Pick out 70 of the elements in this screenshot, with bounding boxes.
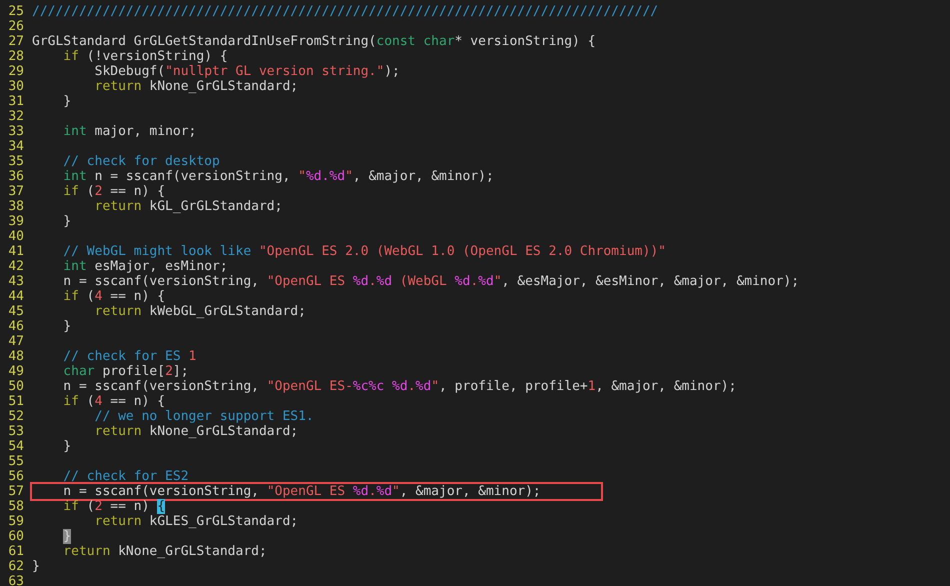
- code-line: if (2 == n) {: [62, 499, 166, 514]
- code-line: return kNone_GrGLStandard;: [94, 79, 298, 94]
- line-number: 44: [7, 289, 24, 304]
- code-line: // we no longer support ES1.: [94, 409, 314, 424]
- line-number: 54: [7, 439, 24, 454]
- line-number: 36: [7, 169, 24, 184]
- code-line: }: [32, 559, 40, 574]
- code-line: ////////////////////////////////////////////////////////////////////////////////: [32, 4, 658, 19]
- line-number: 53: [7, 424, 24, 439]
- code-line: SkDebugf("nullptr GL version string.");: [94, 64, 400, 79]
- line-number: 39: [7, 214, 24, 229]
- line-number: 28: [7, 49, 24, 64]
- line-number: 51: [7, 394, 24, 409]
- code-line: n = sscanf(versionString, "OpenGL ES-%c%c %d.%d", profile, profile+1, &major, &minor);: [62, 379, 736, 394]
- code-line: return kWebGL_GrGLStandard;: [94, 304, 306, 319]
- line-number: 37: [7, 184, 24, 199]
- line-number: 55: [7, 454, 24, 469]
- line-number: 56: [7, 469, 24, 484]
- code-line: int esMajor, esMinor;: [62, 259, 228, 274]
- line-number: 34: [7, 139, 24, 154]
- line-number: 62: [7, 559, 24, 574]
- line-number: 31: [7, 94, 24, 109]
- line-number: 50: [7, 379, 24, 394]
- code-line: // check for desktop: [62, 154, 220, 169]
- line-number: 25: [7, 4, 24, 19]
- line-number: 48: [7, 349, 24, 364]
- code-line: if (!versionString) {: [62, 49, 228, 64]
- code-line: return kGLES_GrGLStandard;: [94, 514, 298, 529]
- line-number: 49: [7, 364, 24, 379]
- code-line: GrGLStandard GrGLGetStandardInUseFromString(const char* versionString) {: [32, 34, 596, 49]
- line-number: 45: [7, 304, 24, 319]
- line-number: 43: [7, 274, 24, 289]
- line-number: 41: [7, 244, 24, 259]
- highlighted-code-line: n = sscanf(versionString, "OpenGL ES %d.%d", &major, &minor);: [32, 484, 601, 499]
- line-number: 30: [7, 79, 24, 94]
- line-number: 38: [7, 199, 24, 214]
- line-number: 57: [7, 484, 24, 499]
- line-number: 40: [7, 229, 24, 244]
- code-line: if (4 == n) {: [62, 394, 166, 409]
- code-line: int major, minor;: [62, 124, 196, 139]
- line-number: 58: [7, 499, 24, 514]
- code-line: }: [62, 94, 72, 109]
- line-number: 63: [7, 574, 24, 586]
- line-number: 42: [7, 259, 24, 274]
- code-line: // check for ES 1: [62, 349, 196, 364]
- code-line: if (4 == n) {: [62, 289, 166, 304]
- code-line: n = sscanf(versionString, "OpenGL ES %d.%d (WebGL %d.%d", &esMajor, &esMinor, &major, &minor);: [62, 274, 800, 289]
- code-line: char profile[2];: [62, 364, 189, 379]
- line-number: 32: [7, 109, 24, 124]
- line-number: 60: [7, 529, 24, 544]
- code-line: // WebGL might look like "OpenGL ES 2.0 (WebGL 1.0 (OpenGL ES 2.0 Chromium))": [62, 244, 666, 259]
- line-number: 33: [7, 124, 24, 139]
- line-number: 46: [7, 319, 24, 334]
- code-line: }: [62, 214, 72, 229]
- code-line: return kNone_GrGLStandard;: [94, 424, 298, 439]
- code-line: if (2 == n) {: [62, 184, 166, 199]
- code-line: }: [62, 319, 72, 334]
- code-line: // check for ES2: [62, 469, 189, 484]
- code-line: int n = sscanf(versionString, "%d.%d", &major, &minor);: [62, 169, 494, 184]
- code-line: return kGL_GrGLStandard;: [94, 199, 282, 214]
- line-number: 29: [7, 64, 24, 79]
- line-number: 35: [7, 154, 24, 169]
- line-number: 52: [7, 409, 24, 424]
- line-number: 47: [7, 334, 24, 349]
- line-number: 27: [7, 34, 24, 49]
- line-number: 61: [7, 544, 24, 559]
- code-line: }: [62, 439, 72, 454]
- line-number: 59: [7, 514, 24, 529]
- code-line: return kNone_GrGLStandard;: [62, 544, 267, 559]
- line-number: 26: [7, 19, 24, 34]
